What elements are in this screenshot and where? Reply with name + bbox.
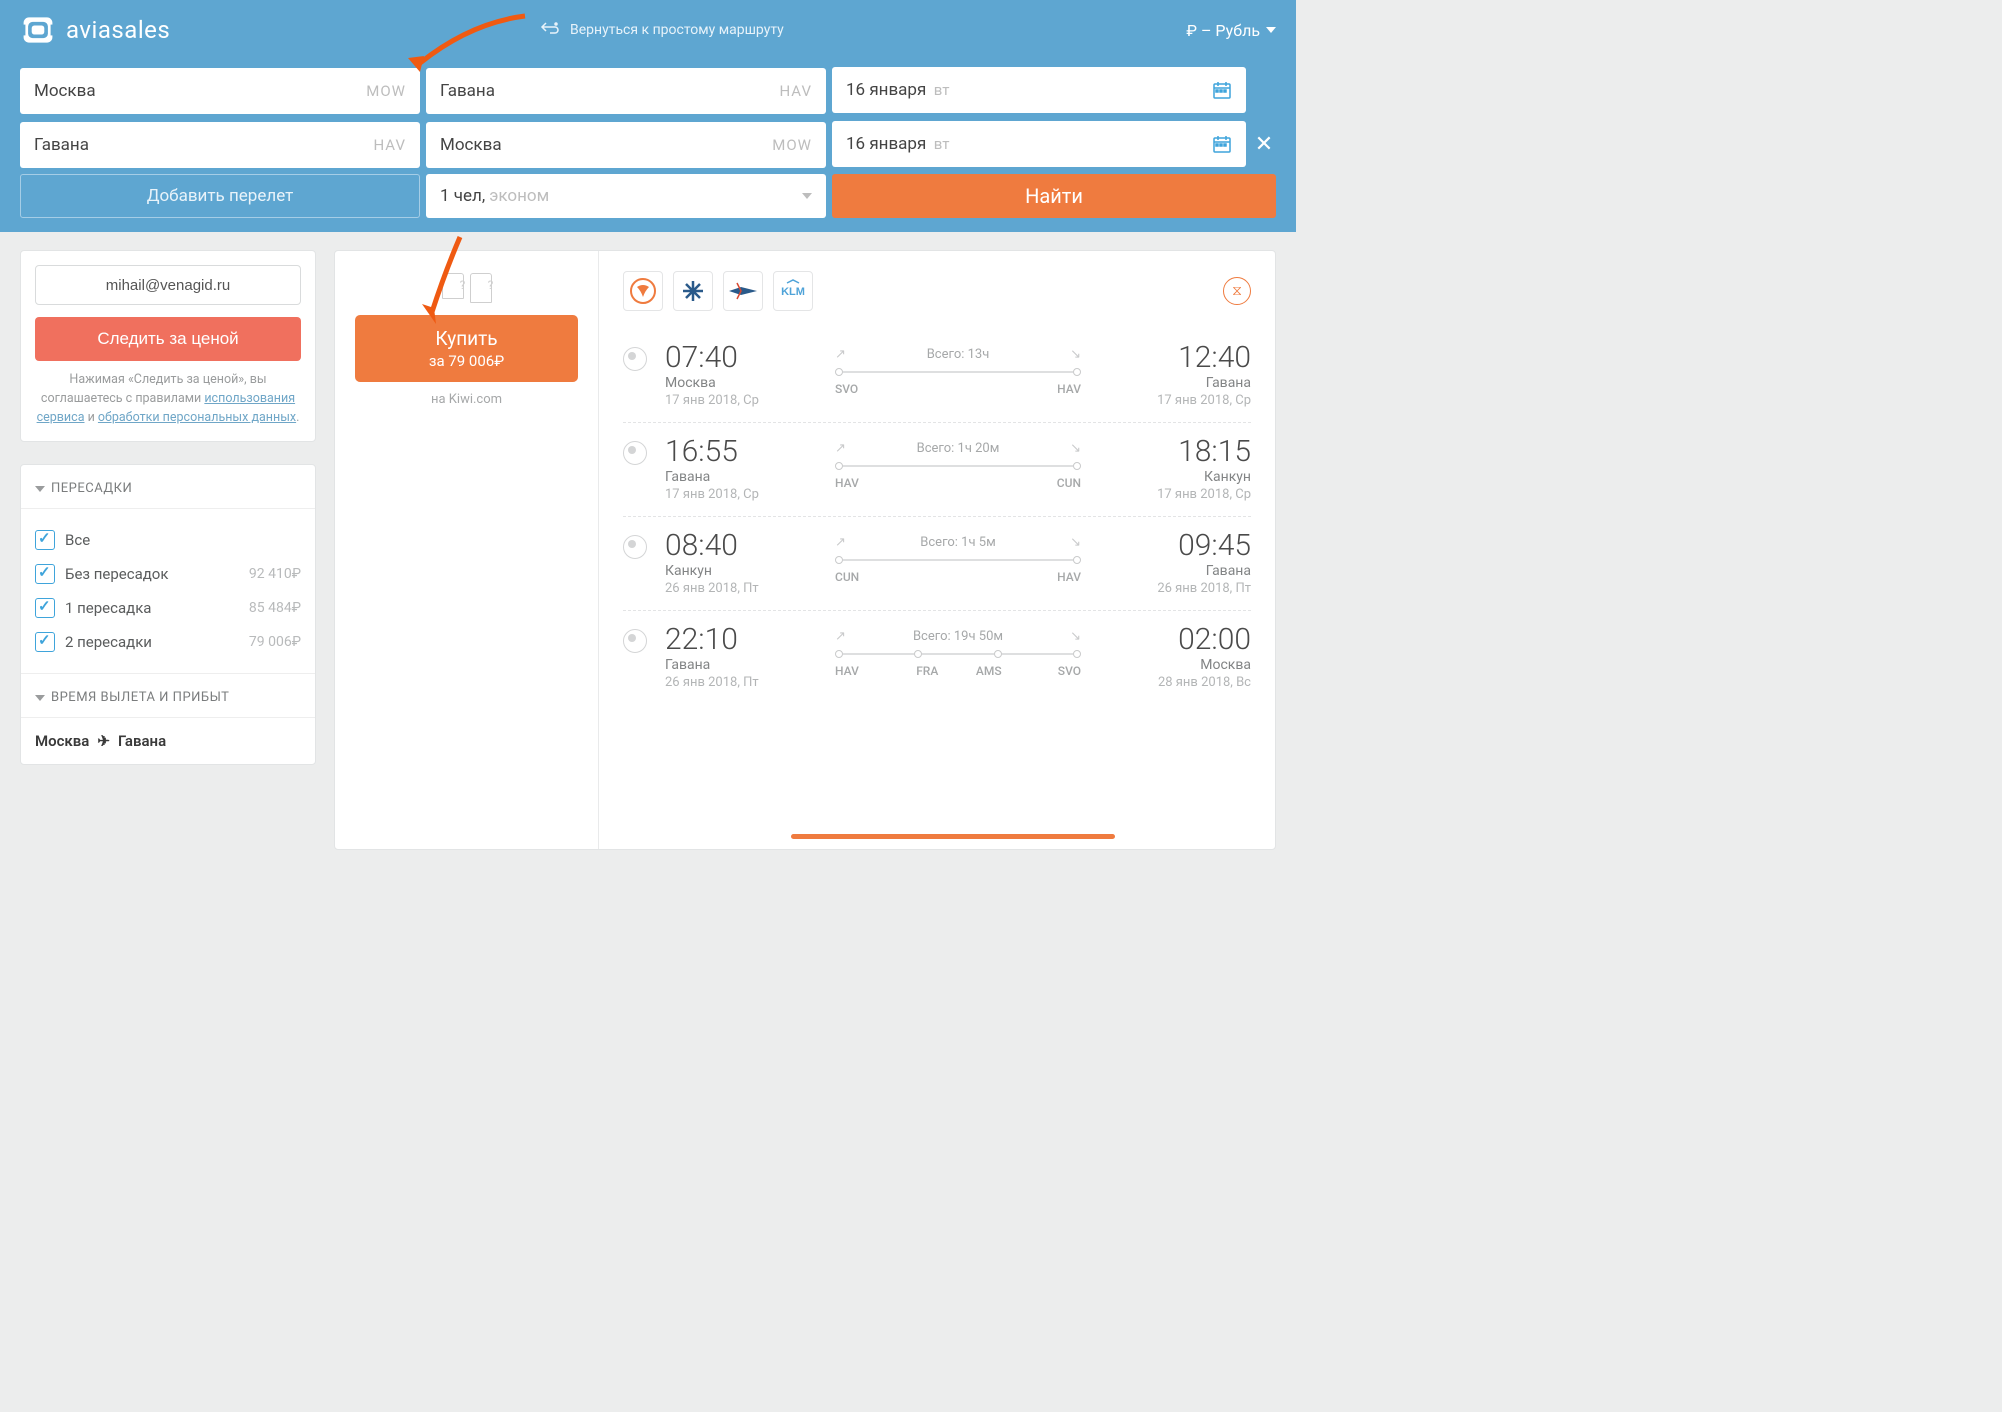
arrival: 12:40 Гавана 17 янв 2018, Ср	[1091, 343, 1251, 408]
landing-icon: ↘	[1070, 441, 1081, 456]
route-title: Москва ✈ Гавана	[21, 717, 315, 764]
checked-bag-icon	[470, 273, 492, 303]
airline-interjet-icon	[673, 271, 713, 311]
search-form: Москва MOW Гавана HAV 16 января вт Гаван…	[20, 66, 1276, 218]
simple-route-label: Вернуться к простому маршруту	[570, 22, 784, 38]
currency-label: ₽ – Рубль	[1186, 21, 1260, 40]
checkbox-icon	[35, 564, 55, 584]
calendar-icon	[1212, 80, 1232, 100]
from-city-2[interactable]: Гавана HAV	[20, 122, 420, 168]
segments-list: 07:40 Москва 17 янв 2018, Ср ↗Всего: 13ч…	[623, 329, 1251, 704]
segment-3: 22:10 Гавана 26 янв 2018, Пт ↗Всего: 19ч…	[623, 611, 1251, 704]
arrival: 18:15 Канкун 17 янв 2018, Ср	[1091, 437, 1251, 502]
segment-0: 07:40 Москва 17 янв 2018, Ср ↗Всего: 13ч…	[623, 329, 1251, 423]
filter-item-1[interactable]: Без пересадок92 410₽	[35, 557, 301, 591]
brand-logo[interactable]: aviasales	[20, 12, 170, 48]
chevron-down-icon	[802, 193, 812, 199]
departure: 16:55 Гавана 17 янв 2018, Ср	[665, 437, 825, 502]
landing-icon: ↘	[1070, 629, 1081, 644]
filter-time-header[interactable]: ВРЕМЯ ВЫЛЕТА И ПРИБЫТ	[21, 673, 315, 717]
search-row-2: Гавана HAV Москва MOW 16 января вт ✕	[20, 120, 1276, 168]
ticket-card: Купить за 79 006₽ на Kiwi.com KLM ⧖ 07:4…	[334, 250, 1276, 850]
takeoff-icon: ↗	[835, 347, 846, 362]
sidebar: Следить за ценой Нажимая «Следить за цен…	[20, 250, 316, 765]
passengers-selector[interactable]: 1 чел, эконом	[426, 174, 826, 218]
watch-disclaimer: Нажимая «Следить за ценой», вы соглашает…	[35, 371, 301, 427]
segment-1: 16:55 Гавана 17 янв 2018, Ср ↗Всего: 1ч …	[623, 423, 1251, 517]
flights-column: KLM ⧖ 07:40 Москва 17 янв 2018, Ср ↗Всег…	[599, 251, 1275, 849]
pin-icon[interactable]	[623, 347, 647, 371]
route-visual: ↗Всего: 19ч 50м↘ HAVFRAAMSSVO	[825, 625, 1091, 678]
landing-icon: ↘	[1070, 535, 1081, 550]
landing-icon: ↘	[1070, 347, 1081, 362]
departure: 08:40 Канкун 26 янв 2018, Пт	[665, 531, 825, 596]
airline-condor-icon	[623, 271, 663, 311]
baggage-icons	[355, 273, 578, 303]
email-field[interactable]	[35, 265, 301, 305]
chevron-down-icon	[35, 486, 45, 492]
departure: 07:40 Москва 17 янв 2018, Ср	[665, 343, 825, 408]
search-button[interactable]: Найти	[832, 174, 1276, 218]
arrival: 02:00 Москва 28 янв 2018, Вс	[1091, 625, 1251, 690]
date-1[interactable]: 16 января вт	[832, 67, 1246, 113]
filter-item-3[interactable]: 2 пересадки79 006₽	[35, 625, 301, 659]
pin-icon[interactable]	[623, 535, 647, 559]
chevron-down-icon	[1266, 27, 1276, 33]
route-swap-icon	[540, 20, 560, 40]
search-header: aviasales Вернуться к простому маршруту …	[0, 0, 1296, 232]
buy-column: Купить за 79 006₽ на Kiwi.com	[335, 251, 599, 849]
segment-2: 08:40 Канкун 26 янв 2018, Пт ↗Всего: 1ч …	[623, 517, 1251, 611]
airline-logos: KLM ⧖	[623, 271, 1251, 311]
takeoff-icon: ↗	[835, 441, 846, 456]
route-visual: ↗Всего: 1ч 20м↘ HAVCUN	[825, 437, 1091, 490]
simple-route-link[interactable]: Вернуться к простому маршруту	[540, 20, 784, 40]
price-watch-card: Следить за ценой Нажимая «Следить за цен…	[20, 250, 316, 442]
route-visual: ↗Всего: 13ч↘ SVOHAV	[825, 343, 1091, 396]
calendar-icon	[1212, 134, 1232, 154]
date-2[interactable]: 16 января вт	[832, 121, 1246, 167]
carry-on-icon	[442, 273, 464, 299]
to-city-2[interactable]: Москва MOW	[426, 122, 826, 168]
to-city-1[interactable]: Гавана HAV	[426, 68, 826, 114]
pin-icon[interactable]	[623, 629, 647, 653]
buy-provider: на Kiwi.com	[355, 392, 578, 407]
remove-row-button[interactable]: ✕	[1252, 132, 1276, 157]
watch-price-button[interactable]: Следить за ценой	[35, 317, 301, 361]
airline-klm-icon: KLM	[773, 271, 813, 311]
content: Следить за ценой Нажимая «Следить за цен…	[0, 232, 1296, 868]
add-flight-button[interactable]: Добавить перелет	[20, 174, 420, 218]
pin-icon[interactable]	[623, 441, 647, 465]
takeoff-icon: ↗	[835, 629, 846, 644]
topbar: aviasales Вернуться к простому маршруту …	[20, 12, 1276, 48]
checkbox-icon	[35, 632, 55, 652]
aviasales-logo-icon	[20, 12, 56, 48]
checkbox-icon	[35, 530, 55, 550]
filter-transfers-body: ВсеБез пересадок92 410₽1 пересадка85 484…	[21, 509, 315, 673]
filter-item-0[interactable]: Все	[35, 523, 301, 557]
svg-text:KLM: KLM	[781, 286, 805, 298]
search-row-3: Добавить перелет 1 чел, эконом Найти	[20, 174, 1276, 218]
privacy-link[interactable]: обработки персональных данных	[98, 410, 296, 425]
brand-name: aviasales	[66, 16, 170, 44]
filters-card: ПЕРЕСАДКИ ВсеБез пересадок92 410₽1 перес…	[20, 464, 316, 765]
plane-icon: ✈	[97, 732, 110, 750]
chevron-down-icon	[35, 695, 45, 701]
from-city-1[interactable]: Москва MOW	[20, 68, 420, 114]
search-row-1: Москва MOW Гавана HAV 16 января вт	[20, 66, 1276, 114]
takeoff-icon: ↗	[835, 535, 846, 550]
checkbox-icon	[35, 598, 55, 618]
filter-transfers-header[interactable]: ПЕРЕСАДКИ	[21, 465, 315, 509]
arrival: 09:45 Гавана 26 янв 2018, Пт	[1091, 531, 1251, 596]
currency-selector[interactable]: ₽ – Рубль	[1186, 21, 1276, 40]
departure: 22:10 Гавана 26 янв 2018, Пт	[665, 625, 825, 690]
buy-button[interactable]: Купить за 79 006₽	[355, 315, 578, 382]
fare-timer-icon[interactable]: ⧖	[1223, 277, 1251, 305]
annotation-underline	[791, 834, 1115, 839]
route-visual: ↗Всего: 1ч 5м↘ CUNHAV	[825, 531, 1091, 584]
filter-item-2[interactable]: 1 пересадка85 484₽	[35, 591, 301, 625]
airline-aeroflot-icon	[723, 271, 763, 311]
